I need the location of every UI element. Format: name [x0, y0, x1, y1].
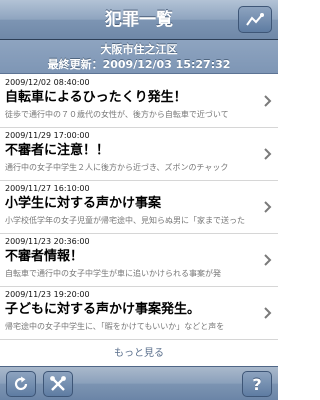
settings-button[interactable] — [43, 371, 73, 397]
item-date: 2009/12/02 08:40:00 — [5, 78, 90, 87]
bottom-toolbar: ? — [0, 366, 278, 400]
chevron-right-icon — [264, 307, 272, 319]
area-header: 大阪市住之江区 最終更新：2009/12/03 15:27:32 — [0, 40, 278, 74]
help-label: ? — [252, 374, 262, 394]
chevron-right-icon — [264, 201, 272, 213]
list-item[interactable]: 2009/11/23 19:20:00 子どもに対する声かけ事案発生。 帰宅途中… — [0, 287, 278, 340]
chevron-right-icon — [264, 148, 272, 160]
item-title: 子どもに対する声かけ事案発生。 — [5, 302, 201, 317]
refresh-button[interactable] — [6, 371, 36, 397]
map-button[interactable] — [238, 6, 272, 33]
list-item[interactable]: 2009/12/02 08:40:00 自転車によるひったくり発生！ 徒歩で通行… — [0, 75, 278, 128]
item-title: 不審者に注意！！ — [5, 143, 110, 158]
list-item[interactable]: 2009/11/27 16:10:00 小学生に対する声かけ事案 小学校低学年の… — [0, 181, 278, 234]
item-title: 小学生に対する声かけ事案 — [5, 196, 162, 211]
app: 犯罪一覧 大阪市住之江区 最終更新：2009/12/03 15:27:32 20… — [0, 0, 278, 400]
list-item[interactable]: 2009/11/29 17:00:00 不審者に注意！！ 通行中の女子中学生２人… — [0, 128, 278, 181]
load-more-link[interactable]: もっと見る — [0, 344, 278, 364]
crime-list: 2009/12/02 08:40:00 自転車によるひったくり発生！ 徒歩で通行… — [0, 75, 278, 340]
item-description: 通行中の女子中学生２人に後方から近づき、ズボンのチャック — [5, 163, 229, 172]
item-date: 2009/11/23 20:36:00 — [5, 237, 90, 246]
last-updated-value: 2009/12/03 15:27:32 — [102, 58, 231, 71]
item-title: 自転車によるひったくり発生！ — [5, 90, 187, 105]
chevron-right-icon — [264, 95, 272, 107]
refresh-icon — [14, 376, 28, 391]
item-description: 自転車で通行中の女子中学生が車に追いかけられる事案が発 — [5, 269, 221, 278]
item-date: 2009/11/27 16:10:00 — [5, 184, 90, 193]
help-button[interactable]: ? — [242, 371, 272, 397]
tools-icon — [50, 376, 66, 391]
map-pin-icon — [246, 12, 264, 26]
item-description: 徒歩で通行中の７０歳代の女性が、後方から自転車で近づいて — [5, 110, 229, 119]
last-updated-label: 最終更新： — [47, 58, 103, 71]
item-description: 帰宅途中の女子中学生に、「暇をかけてもいいか」などと声を — [5, 322, 225, 331]
item-description: 小学校低学年の女子児童が帰宅途中、見知らぬ男に「家まで送った — [5, 216, 245, 225]
chevron-right-icon — [264, 254, 272, 266]
nav-bar: 犯罪一覧 — [0, 0, 278, 40]
page-title: 犯罪一覧 — [105, 10, 173, 30]
last-updated: 最終更新：2009/12/03 15:27:32 — [0, 57, 278, 72]
item-title: 不審者情報！ — [5, 249, 84, 264]
list-item[interactable]: 2009/11/23 20:36:00 不審者情報！ 自転車で通行中の女子中学生… — [0, 234, 278, 287]
area-name: 大阪市住之江区 — [100, 43, 178, 56]
item-date: 2009/11/29 17:00:00 — [5, 131, 90, 140]
item-date: 2009/11/23 19:20:00 — [5, 290, 90, 299]
